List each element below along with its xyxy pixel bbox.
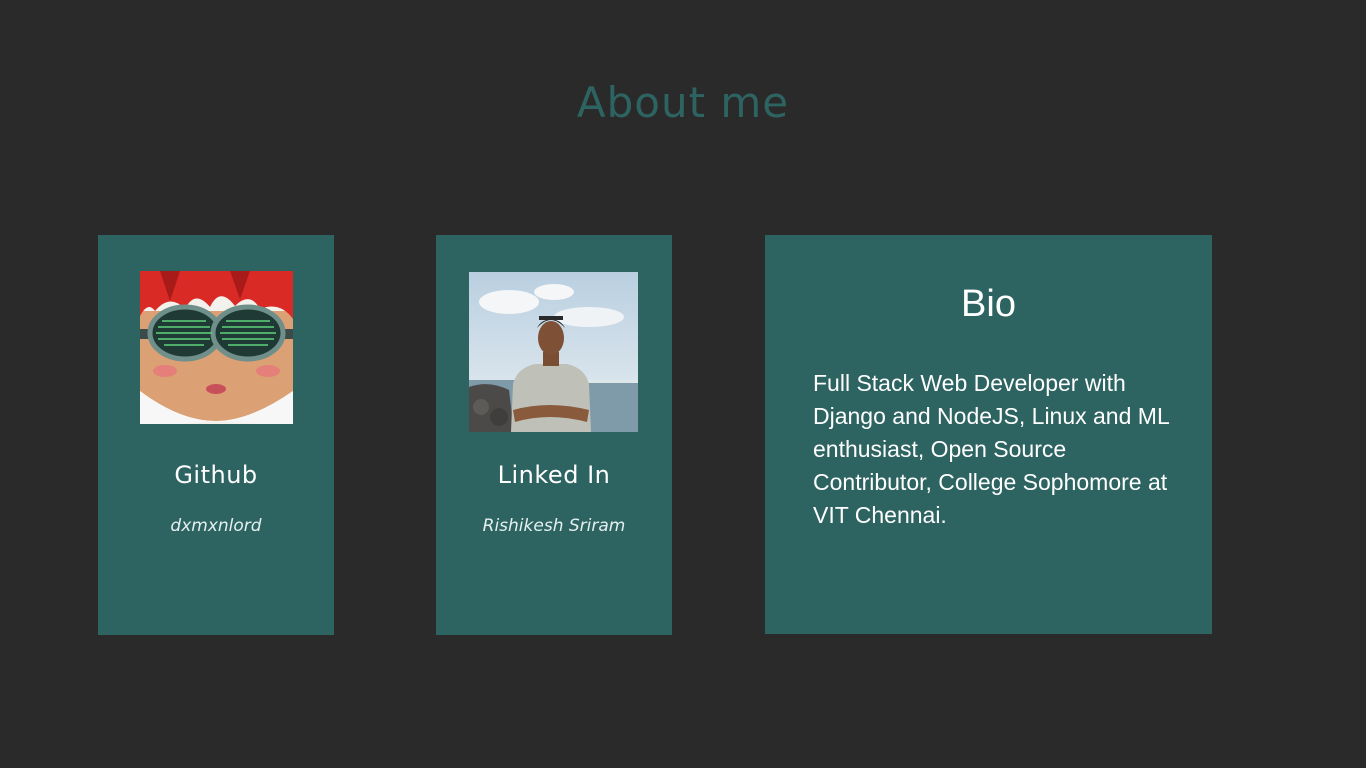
- linkedin-card[interactable]: Linked In Rishikesh Sriram: [436, 235, 672, 635]
- github-title: Github: [174, 461, 258, 489]
- github-username[interactable]: dxmxnlord: [98, 516, 334, 536]
- bio-card: Bio Full Stack Web Developer with Django…: [765, 235, 1212, 634]
- bio-title: Bio: [961, 283, 1016, 325]
- page-title: About me: [576, 78, 790, 127]
- github-avatar-image: [140, 271, 293, 424]
- github-card[interactable]: Github dxmxnlord: [98, 235, 334, 635]
- linkedin-name[interactable]: Rishikesh Sriram: [436, 516, 672, 536]
- linkedin-profile-photo: [469, 272, 638, 432]
- bio-text: Full Stack Web Developer with Django and…: [813, 370, 1169, 528]
- linkedin-title: Linked In: [497, 461, 611, 489]
